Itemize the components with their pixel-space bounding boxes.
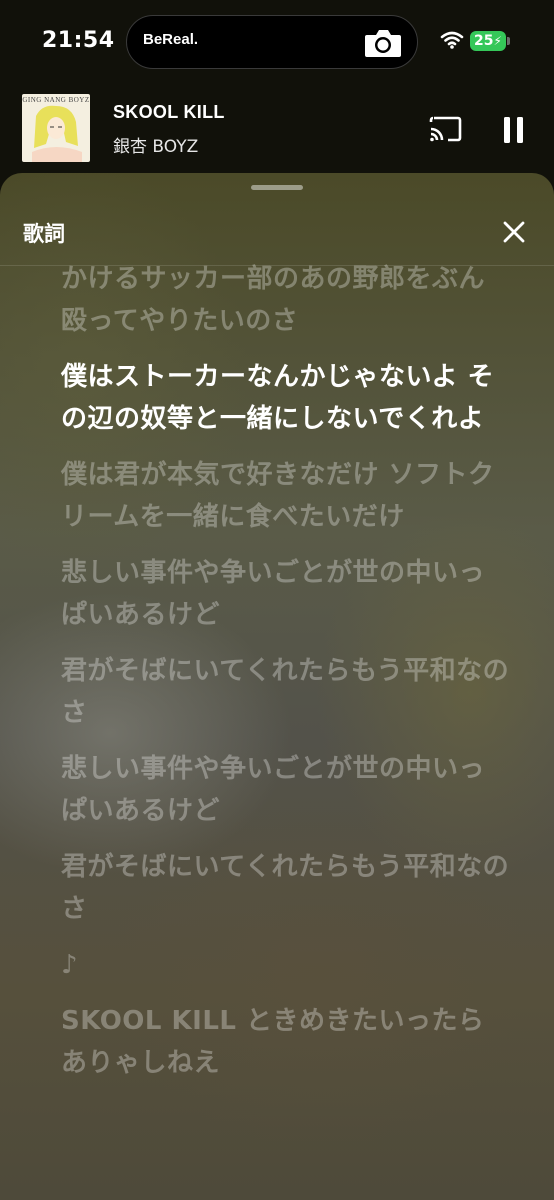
lyric-line[interactable]: SKOOL KILL ときめきたいったらありゃしねえ [61,1000,511,1084]
battery-tip [507,37,510,45]
wifi-icon [440,31,464,49]
lyric-line-active[interactable]: 僕はストーカーなんかじゃないよ その辺の奴等と一緒にしないでくれよ [61,356,511,440]
status-bar: 21:54 BeReal. 25⚡ [0,0,554,80]
lyric-line[interactable]: 悲しい事件や争いごとが世の中いっぱいあるけど [61,748,511,832]
lyric-line[interactable]: 君がそばにいてくれたらもう平和なのさ [61,650,511,734]
lyric-line[interactable]: 君がそばにいてくれたらもう平和なのさ [61,846,511,930]
status-time: 21:54 [42,28,115,53]
battery-level: 25 [474,33,494,49]
cover-text: GING NANG BOYZ [22,96,90,104]
lyric-line[interactable]: 悲しい事件や争いごとが世の中いっぱいあるけど [61,552,511,636]
sheet-drag-handle[interactable] [251,185,303,190]
battery-indicator: 25⚡ [470,31,506,51]
lyric-line[interactable]: かけるサッカー部のあの野郎をぶん殴ってやりたいのさ [61,258,511,342]
cast-icon[interactable] [428,114,464,144]
lyric-line[interactable]: 僕は君が本気で好きなだけ ソフトクリームを一緒に食べたいだけ [61,454,511,538]
lyrics-sheet[interactable]: 歌詞 かけるサッカー部のあの野郎をぶん殴ってやりたいのさ 僕はストーカーなんかじ… [0,173,554,1200]
track-artist: 銀杏 BOYZ [113,137,199,157]
album-cover: GING NANG BOYZ [22,94,90,162]
dynamic-island[interactable]: BeReal. [126,15,418,69]
close-icon[interactable] [500,218,528,246]
cover-art-illustration [32,105,82,162]
lyrics-list[interactable]: かけるサッカー部のあの野郎をぶん殴ってやりたいのさ 僕はストーカーなんかじゃない… [61,264,511,1098]
camera-icon [365,30,401,57]
track-title: SKOOL KILL [113,102,225,122]
now-playing-bar[interactable]: GING NANG BOYZ SKOOL KILL 銀杏 BOYZ [0,92,554,166]
charging-bolt-icon: ⚡ [493,34,502,48]
lyric-line-music-note[interactable]: ♪ [61,944,511,986]
sheet-title: 歌詞 [23,222,65,246]
pause-icon[interactable] [500,114,528,146]
island-app-label: BeReal. [143,31,199,48]
